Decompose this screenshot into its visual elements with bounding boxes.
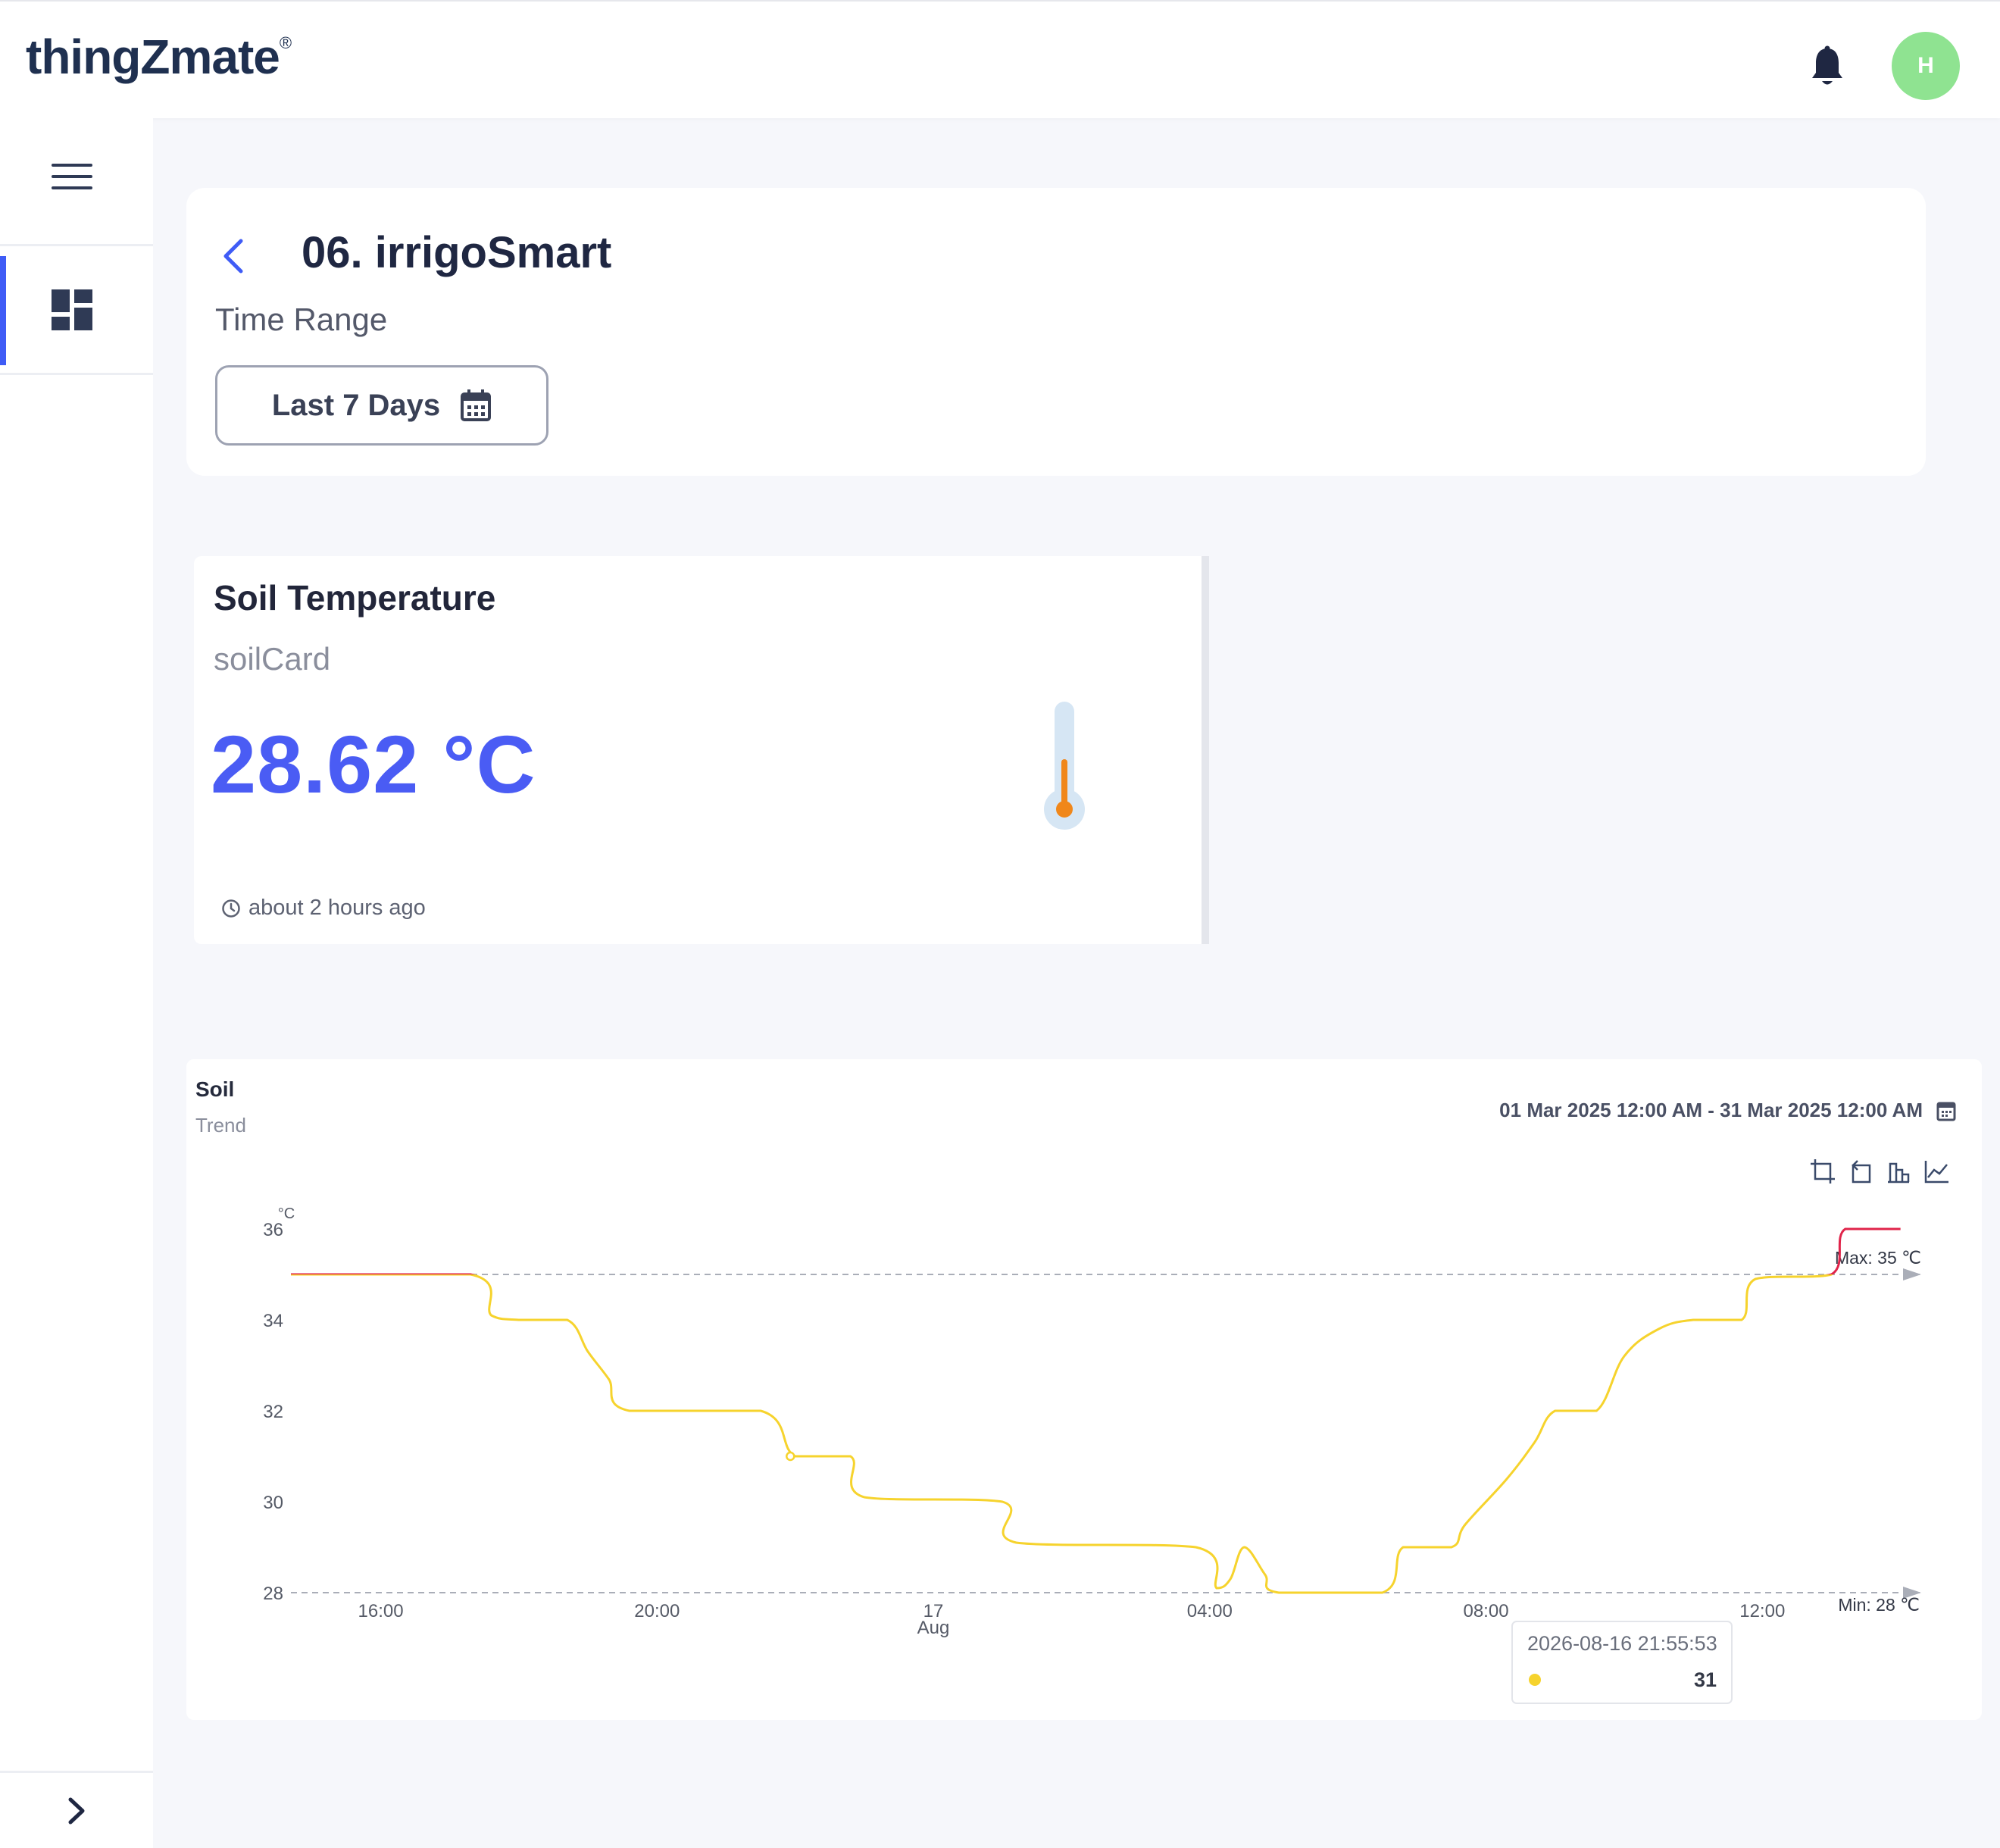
logo-text: thingZmate bbox=[26, 30, 280, 84]
card-edge bbox=[1202, 556, 1209, 944]
last-updated-text: about 2 hours ago bbox=[248, 896, 426, 920]
soil-trend-chart-card: Soil Trend 01 Mar 2025 12:00 AM - 31 Mar… bbox=[186, 1059, 1982, 1720]
y-tick-label: 32 bbox=[263, 1402, 283, 1422]
chart-tooltip: 2026-08-16 21:55:53 31 bbox=[1511, 1621, 1733, 1704]
back-arrow-icon[interactable] bbox=[220, 236, 245, 276]
last-updated: about 2 hours ago bbox=[221, 896, 426, 921]
top-bar: thingZmate® H bbox=[0, 0, 2000, 118]
soil-temperature-card[interactable]: Soil Temperature soilCard 28.62 °C about… bbox=[194, 556, 1209, 944]
avatar[interactable]: H bbox=[1892, 32, 1960, 100]
tooltip-value: 31 bbox=[1694, 1668, 1717, 1691]
x-tick-label: 16:00 bbox=[358, 1601, 404, 1621]
y-tick-label: 30 bbox=[263, 1493, 283, 1513]
x-tick-sublabel: Aug bbox=[917, 1618, 950, 1638]
y-axis: 28 30 32 34 36°C bbox=[263, 1205, 295, 1604]
max-mark-label: Max: 35 ℃ bbox=[1835, 1248, 1921, 1268]
min-mark-label: Min: 28 ℃ bbox=[1838, 1595, 1920, 1615]
tooltip-series-dot bbox=[1529, 1674, 1541, 1686]
card-title: Soil Temperature bbox=[214, 578, 496, 618]
divider bbox=[0, 244, 153, 246]
time-range-label: Time Range bbox=[215, 302, 388, 337]
sidebar-item-dashboard[interactable] bbox=[0, 256, 153, 365]
page-title: 06. irrigoSmart bbox=[302, 228, 612, 277]
x-tick-label: 04:00 bbox=[1187, 1601, 1233, 1621]
series-line-normal bbox=[291, 1274, 1833, 1594]
menu-icon[interactable] bbox=[52, 164, 92, 194]
x-tick-label: 20:00 bbox=[634, 1601, 680, 1621]
mark-lines: Max: 35 ℃ Min: 28 ℃ bbox=[291, 1248, 1921, 1615]
max-mark-arrow bbox=[1903, 1268, 1921, 1280]
x-tick-label: 08:00 bbox=[1463, 1601, 1508, 1621]
divider bbox=[0, 1771, 153, 1773]
chevron-right-icon[interactable] bbox=[64, 1796, 89, 1826]
y-tick-label: 36 bbox=[263, 1220, 283, 1240]
avatar-initial: H bbox=[1917, 53, 1934, 78]
logo-registered-mark: ® bbox=[279, 33, 292, 52]
dashboard-icon bbox=[52, 289, 92, 330]
thermometer-icon bbox=[1044, 702, 1085, 830]
y-axis-unit: °C bbox=[278, 1205, 295, 1222]
device-header-card: 06. irrigoSmart Time Range Last 7 Days bbox=[186, 188, 1926, 476]
active-indicator bbox=[0, 256, 6, 365]
series-line bbox=[291, 1227, 1901, 1594]
series-line-above-max bbox=[291, 1227, 1901, 1274]
y-tick-label: 34 bbox=[263, 1311, 283, 1331]
time-range-button[interactable]: Last 7 Days bbox=[215, 365, 548, 446]
card-subtitle: soilCard bbox=[214, 641, 331, 677]
hovered-data-point bbox=[786, 1451, 795, 1462]
bell-icon[interactable] bbox=[1809, 45, 1845, 88]
sidebar bbox=[0, 118, 153, 1848]
trend-plot[interactable]: 2830323436°C 16:00 20:00 17Aug04:00 08:00 12… bbox=[186, 1059, 1982, 1720]
tooltip-time: 2026-08-16 21:55:53 bbox=[1527, 1632, 1717, 1655]
temperature-value: 28.62 °C bbox=[211, 718, 536, 810]
calendar-icon bbox=[461, 389, 492, 421]
y-tick-label: 28 bbox=[263, 1584, 283, 1604]
brand-logo[interactable]: thingZmate® bbox=[26, 29, 292, 85]
clock-icon bbox=[222, 899, 240, 918]
divider bbox=[0, 373, 153, 375]
x-tick-label: 12:00 bbox=[1739, 1601, 1785, 1621]
time-range-value: Last 7 Days bbox=[271, 388, 441, 422]
